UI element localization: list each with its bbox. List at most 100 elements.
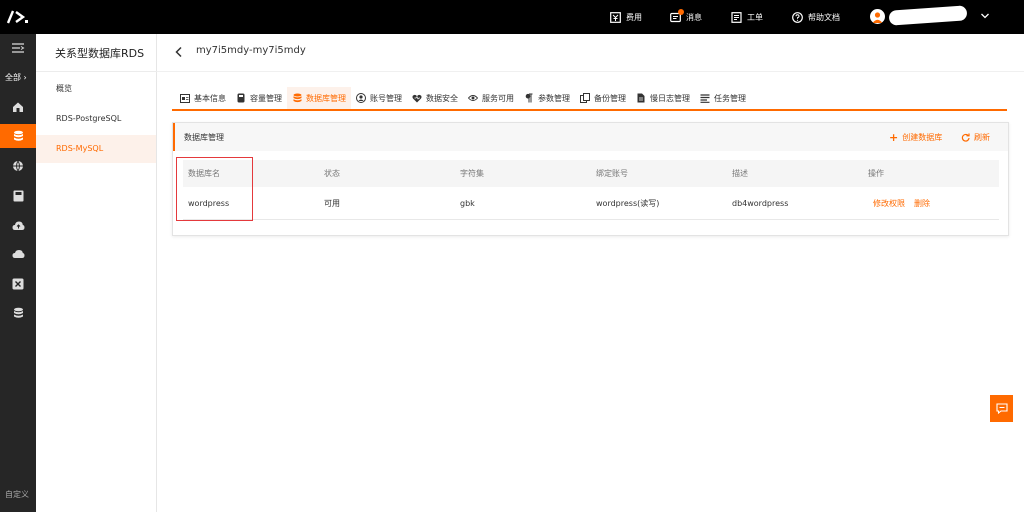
backup-icon [580,93,590,103]
chat-icon [995,403,1008,414]
delete-link[interactable]: 删除 [914,198,930,209]
tab-parameters[interactable]: 参数管理 [519,87,575,109]
tab-service-availability[interactable]: 服务可用 [463,87,519,109]
refresh-icon [961,133,970,142]
tab-capacity[interactable]: 容量管理 [231,87,287,109]
messages-label: 消息 [686,12,702,22]
create-database-button[interactable]: + 创建数据库 [889,132,942,143]
redacted-username [888,5,968,26]
all-products-label: 全部 [5,73,21,82]
bound-account: wordpress(读写) [596,198,660,208]
all-products-toggle[interactable]: 全部 › [5,72,27,83]
product-rail: 全部 › 自定义 [0,34,36,512]
billing-label: 费用 [626,12,642,22]
column-header: 状态 [324,169,340,178]
eye-icon [468,93,478,103]
back-arrow-icon[interactable] [174,46,184,58]
globe-icon [13,160,23,172]
main-content: my7i5mdy-my7i5mdy 基本信息 容量管理 数据库管理 账号管理 数… [157,34,1024,512]
sidebar-divider [36,71,157,72]
tickets-button[interactable]: 工单 [730,10,763,24]
cloud-icon [12,250,24,258]
tab-label: 账号管理 [370,93,402,103]
sidebar-item-postgresql[interactable]: RDS-PostgreSQL [36,105,156,133]
tab-label: 参数管理 [538,93,570,103]
rail-cloud[interactable] [0,242,36,266]
table-header: 数据库名 状态 字符集 绑定账号 描述 操作 [183,160,999,187]
chevron-down-icon[interactable] [980,11,990,21]
tab-data-security[interactable]: 数据安全 [407,87,463,109]
database-icon [292,93,302,103]
avatar-icon[interactable] [870,9,885,24]
create-database-label: 创建数据库 [902,133,943,142]
instance-title: my7i5mdy-my7i5mdy [196,45,306,56]
database-icon [13,130,23,141]
header-divider [157,71,1024,72]
tab-label: 数据安全 [426,93,458,103]
menu-toggle-icon[interactable] [11,42,25,54]
help-docs-button[interactable]: 帮助文档 [791,10,840,24]
rail-storage[interactable] [0,301,36,325]
task-list-icon [700,93,710,103]
tab-label: 备份管理 [594,93,626,103]
rail-storage-disk[interactable] [0,184,36,208]
sidebar-item-overview[interactable]: 概览 [36,75,156,103]
rail-box[interactable] [0,272,36,296]
heart-shield-icon [412,93,422,103]
tab-backup[interactable]: 备份管理 [575,87,631,109]
tab-database-management[interactable]: 数据库管理 [287,87,351,109]
message-icon [669,9,684,23]
capacity-icon [236,93,246,103]
tab-accounts[interactable]: 账号管理 [351,87,407,109]
tab-tasks[interactable]: 任务管理 [695,87,751,109]
modify-permissions-link[interactable]: 修改权限 [873,198,905,209]
tab-slow-log[interactable]: 慢日志管理 [631,87,695,109]
refresh-button[interactable]: 刷新 [961,132,990,143]
plus-icon: + [889,130,899,144]
customize-link[interactable]: 自定义 [5,489,29,500]
tab-label: 服务可用 [482,93,514,103]
column-header: 操作 [868,169,884,178]
panel-header: 数据库管理 + 创建数据库 刷新 [173,123,1008,151]
rds-sidebar: 关系型数据库RDS 概览 RDS-PostgreSQL RDS-MySQL [36,34,157,512]
tab-label: 慢日志管理 [650,93,690,103]
row-actions: 修改权限 删除 [873,187,939,219]
box-close-icon [12,278,24,290]
messages-button[interactable]: 消息 [669,9,702,24]
column-header: 描述 [732,169,748,178]
tab-basic-info[interactable]: 基本信息 [175,87,231,109]
storage-icon [13,307,23,318]
tab-label: 基本信息 [194,93,226,103]
log-file-icon [636,93,646,103]
logo-icon[interactable] [6,9,32,25]
rail-network[interactable] [0,154,36,178]
rail-home[interactable] [0,95,36,119]
sidebar-item-mysql[interactable]: RDS-MySQL [36,135,156,163]
highlight-annotation-box [176,157,253,221]
column-header: 绑定账号 [596,169,628,178]
panel-title: 数据库管理 [184,133,224,142]
database-status: 可用 [324,198,340,208]
table-row: wordpress 可用 gbk wordpress(读写) db4wordpr… [183,187,999,220]
billing-icon [609,11,621,23]
info-card-icon [180,93,190,103]
rail-cloud-upload[interactable] [0,213,36,237]
cloud-upload-icon [12,221,24,230]
home-icon [13,102,23,112]
rail-database[interactable] [0,124,36,148]
billing-button[interactable]: 费用 [609,10,642,24]
chevron-right-icon: › [23,73,27,82]
tab-label: 任务管理 [714,93,746,103]
tab-label: 容量管理 [250,93,282,103]
user-icon [356,93,366,103]
tab-label: 数据库管理 [306,93,346,103]
paragraph-icon [524,93,534,103]
floating-chat-button[interactable] [990,395,1013,422]
tab-underline [172,109,1007,111]
column-header: 字符集 [460,169,484,178]
help-icon [791,11,803,23]
ticket-icon [730,11,742,23]
database-description: db4wordpress [732,198,789,208]
database-charset: gbk [460,198,475,208]
refresh-label: 刷新 [974,133,990,142]
